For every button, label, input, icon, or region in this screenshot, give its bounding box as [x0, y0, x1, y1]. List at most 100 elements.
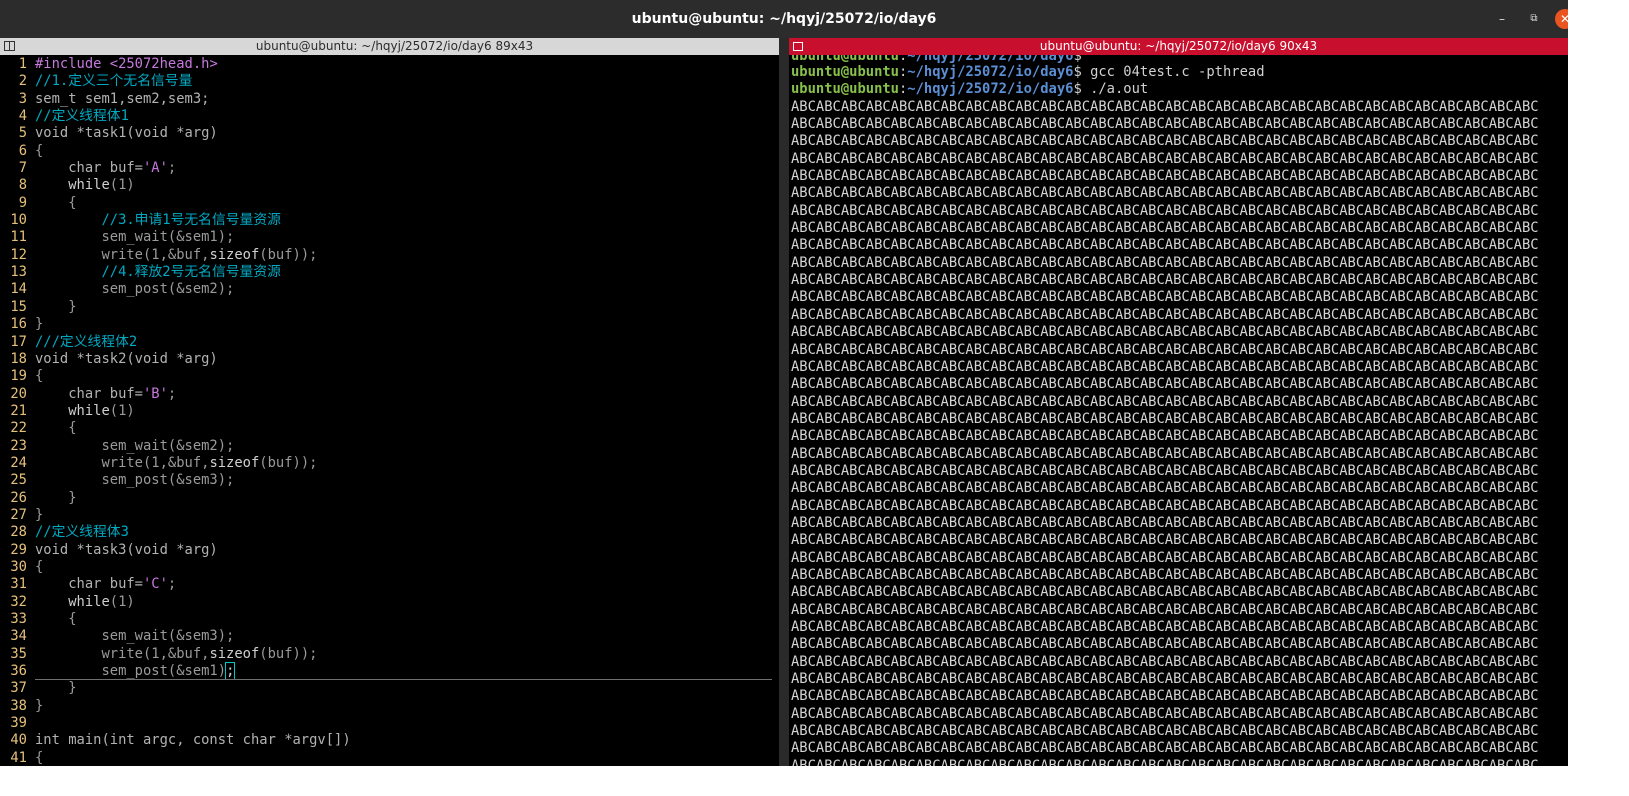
- code-token: sem_wait(&sem2);: [35, 437, 235, 454]
- output-line: ABCABCABCABCABCABCABCABCABCABCABCABCABCA…: [791, 462, 1539, 479]
- code-line[interactable]: 1 #include <25072head.h>: [0, 56, 779, 73]
- code-line[interactable]: 4 //定义线程体1: [0, 108, 779, 125]
- code-line[interactable]: 41 {: [0, 750, 779, 766]
- prompt-path: ~/hqyj/25072/io/day6: [907, 81, 1074, 98]
- code-token: char buf=: [35, 576, 143, 593]
- output-line: ABCABCABCABCABCABCABCABCABCABCABCABCABCA…: [791, 653, 1539, 670]
- code-line[interactable]: 34 sem_wait(&sem3);: [0, 628, 779, 645]
- code-line[interactable]: 17 ///定义线程体2: [0, 334, 779, 351]
- code-line[interactable]: 24 write(1,&buf,sizeof(buf));: [0, 455, 779, 472]
- code-line[interactable]: 10 //3.申请1号无名信号量资源: [0, 212, 779, 229]
- code-token: }: [35, 298, 77, 315]
- code-line[interactable]: 37 }: [0, 680, 779, 697]
- code-line[interactable]: 23 sem_wait(&sem2);: [0, 438, 779, 455]
- code-token: }: [35, 680, 77, 697]
- code-line[interactable]: 27}: [0, 507, 779, 524]
- code-line[interactable]: 13 //4.释放2号无名信号量资源: [0, 264, 779, 281]
- code-line[interactable]: 22 {: [0, 420, 779, 437]
- code-line[interactable]: 36 sem_post(&sem1);: [0, 662, 779, 681]
- output-line: ABCABCABCABCABCABCABCABCABCABCABCABCABCA…: [791, 324, 1539, 341]
- code-line[interactable]: 26 }: [0, 490, 779, 507]
- code-line[interactable]: 5 void *task1(void *arg): [0, 125, 779, 142]
- code-token: sem_wait(&sem3);: [35, 628, 235, 645]
- code-line[interactable]: 32 while(1): [0, 594, 779, 611]
- line-number: 2: [18, 73, 27, 90]
- terminal-output[interactable]: ubuntu@ubuntu:~/hqyj/25072/io/day6$ ubun…: [791, 55, 1568, 766]
- code-line[interactable]: 15 }: [0, 299, 779, 316]
- output-line: ABCABCABCABCABCABCABCABCABCABCABCABCABCA…: [791, 636, 1539, 653]
- code-token: void *task3(void *arg): [35, 541, 218, 558]
- code-token: {: [35, 558, 44, 575]
- output-line: ABCABCABCABCABCABCABCABCABCABCABCABCABCA…: [791, 393, 1539, 410]
- right-terminal-pane[interactable]: ubuntu@ubuntu: ~/hqyj/25072/io/day6 90x4…: [789, 38, 1568, 766]
- code-line[interactable]: 33 {: [0, 611, 779, 628]
- close-icon[interactable]: ✕: [1555, 9, 1568, 29]
- right-pane-header[interactable]: ubuntu@ubuntu: ~/hqyj/25072/io/day6 90x4…: [789, 38, 1568, 55]
- code-line[interactable]: 31 char buf='C';: [0, 576, 779, 593]
- code-token: sem_post(&sem2);: [35, 281, 235, 298]
- split-layout-icon[interactable]: [793, 42, 803, 51]
- code-line[interactable]: 30 {: [0, 559, 779, 576]
- line-number: 24: [10, 454, 27, 471]
- command-text: gcc 04test.c -pthread: [1090, 64, 1265, 80]
- code-line[interactable]: 20 char buf='B';: [0, 386, 779, 403]
- output-line: ABCABCABCABCABCABCABCABCABCABCABCABCABCA…: [791, 688, 1539, 705]
- vim-editor[interactable]: 1 #include <25072head.h> 2 //1.定义三个无名信号量 3 se…: [0, 56, 779, 766]
- code-line[interactable]: 21 while(1): [0, 403, 779, 420]
- code-line[interactable]: 25 sem_post(&sem3);: [0, 472, 779, 489]
- pane-divider[interactable]: [779, 38, 789, 766]
- code-token: 'C': [142, 576, 168, 593]
- left-terminal-pane[interactable]: ubuntu@ubuntu: ~/hqyj/25072/io/day6 89x4…: [0, 38, 789, 766]
- window-title: ubuntu@ubuntu: ~/hqyj/25072/io/day6: [631, 11, 937, 27]
- title-bar[interactable]: ubuntu@ubuntu: ~/hqyj/25072/io/day6 – ⧉ …: [0, 0, 1568, 38]
- code-line[interactable]: 19 {: [0, 368, 779, 385]
- restore-icon[interactable]: ⧉: [1524, 9, 1544, 29]
- code-line[interactable]: 39: [0, 715, 779, 732]
- code-line[interactable]: 11 sem_wait(&sem1);: [0, 229, 779, 246]
- code-line[interactable]: 9 {: [0, 195, 779, 212]
- code-token: }: [35, 506, 44, 523]
- code-line[interactable]: 35 write(1,&buf,sizeof(buf));: [0, 646, 779, 663]
- line-number: 37: [10, 680, 27, 697]
- code-token: sizeof: [209, 246, 260, 263]
- line-number: 11: [10, 229, 27, 246]
- prompt-symbol: $: [1073, 64, 1091, 80]
- split-layout-icon[interactable]: [4, 41, 15, 51]
- output-line: ABCABCABCABCABCABCABCABCABCABCABCABCABCA…: [791, 601, 1539, 618]
- code-line[interactable]: 3 sem_t sem1,sem2,sem3;: [0, 91, 779, 108]
- code-token: char buf=: [35, 160, 143, 177]
- output-line: ABCABCABCABCABCABCABCABCABCABCABCABCABCA…: [791, 116, 1539, 133]
- line-number: 25: [10, 472, 27, 489]
- output-line: ABCABCABCABCABCABCABCABCABCABCABCABCABCA…: [791, 168, 1539, 185]
- code-line[interactable]: 38}: [0, 698, 779, 715]
- code-line[interactable]: 8 while(1): [0, 177, 779, 194]
- line-number: 17: [10, 333, 27, 350]
- code-token: void *task1(void *arg): [35, 125, 218, 142]
- line-number: 4: [18, 108, 27, 125]
- code-line[interactable]: 28 //定义线程体3: [0, 524, 779, 541]
- line-number: 10: [10, 212, 27, 229]
- output-line: ABCABCABCABCABCABCABCABCABCABCABCABCABCA…: [791, 289, 1539, 306]
- minimize-icon[interactable]: –: [1492, 9, 1512, 29]
- prompt-line: ubuntu@ubuntu:~/hqyj/25072/io/day6$: [791, 55, 1568, 64]
- code-line[interactable]: 16}: [0, 316, 779, 333]
- code-line[interactable]: 7 char buf='A';: [0, 160, 779, 177]
- code-line[interactable]: 6{: [0, 143, 779, 160]
- code-token: }: [35, 316, 44, 333]
- code-token: (buf));: [259, 454, 318, 471]
- line-number: 5: [18, 125, 27, 142]
- code-line[interactable]: 40 int main(int argc, const char *argv[]): [0, 732, 779, 749]
- left-pane-header[interactable]: ubuntu@ubuntu: ~/hqyj/25072/io/day6 89x4…: [0, 38, 789, 55]
- line-number: 32: [10, 593, 27, 610]
- code-token: write(1,&buf,: [35, 454, 210, 471]
- code-line[interactable]: 18 void *task2(void *arg): [0, 351, 779, 368]
- code-token: ;: [167, 160, 177, 177]
- code-line[interactable]: 14 sem_post(&sem2);: [0, 281, 779, 298]
- line-number: 21: [10, 402, 27, 419]
- output-line: ABCABCABCABCABCABCABCABCABCABCABCABCABCA…: [791, 220, 1539, 237]
- code-line[interactable]: 2 //1.定义三个无名信号量: [0, 73, 779, 90]
- code-line[interactable]: 12 write(1,&buf,sizeof(buf));: [0, 247, 779, 264]
- code-line[interactable]: 29 void *task3(void *arg): [0, 542, 779, 559]
- prompt-line: ubuntu@ubuntu:~/hqyj/25072/io/day6$ gcc …: [791, 64, 1568, 81]
- output-line: ABCABCABCABCABCABCABCABCABCABCABCABCABCA…: [791, 185, 1539, 202]
